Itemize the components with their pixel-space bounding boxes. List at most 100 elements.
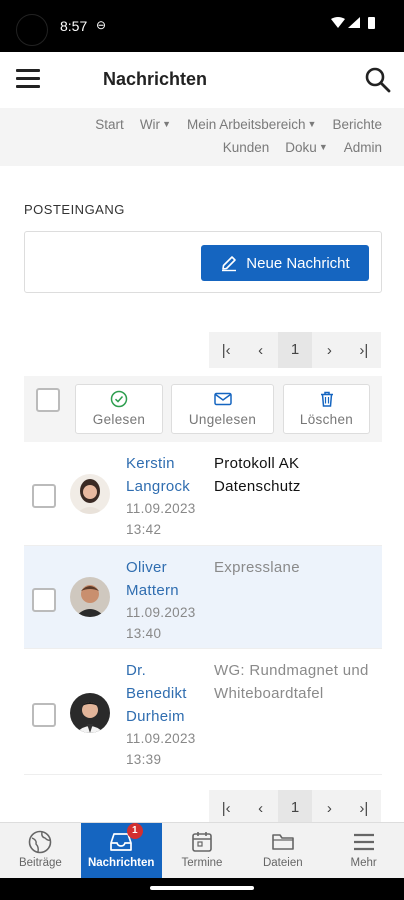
message-list: Kerstin Langrock 11.09.2023 13:42 Protok… — [24, 442, 382, 775]
caret-down-icon: ▼ — [318, 142, 328, 152]
first-page-button[interactable]: |‹ — [209, 342, 243, 359]
nav-mein-arbeitsbereich[interactable]: Mein Arbeitsbereich ▼ — [187, 117, 316, 132]
folder-icon — [271, 834, 294, 850]
message-time: 13:42 — [126, 522, 162, 537]
sender-name: Oliver — [126, 559, 167, 576]
next-page-button[interactable]: › — [312, 800, 346, 817]
avatar — [70, 577, 110, 617]
nav-row: Kunden Doku ▼ Admin — [223, 140, 382, 155]
new-message-button[interactable]: Neue Nachricht — [201, 245, 369, 281]
status-time: 8:57 — [60, 18, 88, 34]
next-page-button[interactable]: › — [312, 342, 346, 359]
bottom-nav-mehr[interactable]: Mehr — [323, 823, 404, 878]
message-toolbar: Gelesen Ungelesen Löschen — [24, 376, 382, 442]
new-message-panel: Neue Nachricht — [24, 231, 382, 293]
nav-kunden[interactable]: Kunden — [223, 140, 270, 155]
bottom-nav-label: Termine — [181, 857, 223, 869]
menu-icon — [353, 833, 374, 851]
nav-label: Berichte — [332, 117, 382, 132]
mark-read-button[interactable]: Gelesen — [75, 384, 163, 434]
calendar-icon — [192, 832, 212, 852]
sender-name: Langrock — [126, 478, 191, 495]
status-icons — [330, 16, 384, 33]
message-date: 11.09.2023 — [126, 731, 196, 746]
message-date: 11.09.2023 — [126, 501, 196, 516]
message-subject[interactable]: Expresslane — [214, 556, 374, 579]
trash-icon — [320, 391, 333, 407]
envelope-icon — [213, 392, 232, 406]
message-row[interactable]: Kerstin Langrock 11.09.2023 13:42 Protok… — [24, 442, 382, 546]
bottom-nav-label: Nachrichten — [87, 857, 155, 869]
last-page-button[interactable]: ›| — [347, 342, 381, 359]
system-gesture-area — [0, 878, 404, 900]
new-message-label: Neue Nachricht — [246, 254, 350, 272]
status-bar: 8:57 ⊖ — [0, 0, 404, 52]
bottom-nav-nachrichten[interactable]: 1 Nachrichten — [80, 823, 162, 878]
prev-page-button[interactable]: ‹ — [243, 800, 277, 817]
message-checkbox[interactable] — [32, 588, 56, 612]
message-sender[interactable]: Kerstin Langrock 11.09.2023 13:42 — [126, 452, 204, 540]
message-subject[interactable]: Protokoll AK Datenschutz — [214, 452, 374, 498]
bottom-nav-dateien[interactable]: Dateien — [242, 823, 323, 878]
nav-label: Admin — [343, 140, 382, 155]
select-all-checkbox[interactable] — [36, 388, 60, 412]
nav-start[interactable]: Start — [95, 117, 124, 132]
message-sender[interactable]: Dr. Benedikt Durheim 11.09.2023 13:39 — [126, 659, 204, 770]
nav-label: Wir — [139, 117, 161, 132]
page-title: Nachrichten — [103, 69, 208, 89]
home-gesture-handle[interactable] — [150, 886, 254, 890]
nav-berichte[interactable]: Berichte — [332, 117, 382, 132]
nav-label: Doku — [285, 140, 317, 155]
message-row[interactable]: Dr. Benedikt Durheim 11.09.2023 13:39 WG… — [24, 649, 382, 775]
nav-label: Kunden — [222, 140, 270, 155]
search-icon[interactable] — [364, 66, 392, 94]
sender-name: Durheim — [126, 708, 185, 725]
sender-name: Dr. — [126, 662, 147, 679]
bottom-nav-label: Beiträge — [18, 857, 62, 869]
prev-page-button[interactable]: ‹ — [243, 342, 277, 359]
mark-unread-label: Ungelesen — [188, 412, 257, 427]
camera-cutout — [16, 14, 48, 46]
delete-button[interactable]: Löschen — [283, 384, 370, 434]
unread-badge: 1 — [126, 823, 143, 839]
mark-read-label: Gelesen — [92, 412, 146, 427]
message-sender[interactable]: Oliver Mattern 11.09.2023 13:40 — [126, 556, 204, 644]
nav-label: Mein Arbeitsbereich — [186, 117, 306, 132]
sender-name: Mattern — [126, 582, 179, 599]
bottom-nav-label: Mehr — [350, 857, 377, 869]
message-checkbox[interactable] — [32, 484, 56, 508]
nav-row: Start Wir ▼ Mein Arbeitsbereich ▼ Berichte — [95, 117, 382, 132]
notification-icon: ⊖ — [96, 18, 107, 32]
mark-unread-button[interactable]: Ungelesen — [171, 384, 274, 434]
nav-wir[interactable]: Wir ▼ — [140, 117, 171, 132]
nav-admin[interactable]: Admin — [344, 140, 382, 155]
bottom-nav-beitraege[interactable]: Beiträge — [0, 823, 81, 878]
pagination: |‹ ‹ 1 › ›| — [209, 790, 381, 826]
current-page[interactable]: 1 — [277, 790, 313, 826]
message-time: 13:39 — [126, 752, 162, 767]
last-page-button[interactable]: ›| — [347, 800, 381, 817]
pencil-icon — [222, 256, 237, 272]
bottom-nav-termine[interactable]: Termine — [162, 823, 243, 878]
caret-down-icon: ▼ — [307, 119, 317, 129]
message-checkbox[interactable] — [32, 703, 56, 727]
sender-name: Benedikt — [126, 685, 187, 702]
current-page[interactable]: 1 — [277, 332, 313, 368]
check-circle-icon — [110, 390, 128, 408]
message-row[interactable]: Oliver Mattern 11.09.2023 13:40 Expressl… — [24, 546, 382, 649]
message-time: 13:40 — [126, 626, 162, 641]
avatar — [70, 474, 110, 514]
nav-doku[interactable]: Doku ▼ — [285, 140, 327, 155]
sender-name: Kerstin — [126, 455, 175, 472]
globe-icon — [29, 830, 52, 854]
hamburger-menu-icon[interactable] — [16, 69, 40, 89]
bottom-nav-label: Dateien — [262, 857, 303, 869]
message-subject[interactable]: WG: Rundmagnet und Whiteboardtafel — [214, 659, 374, 705]
app-bar: Nachrichten — [0, 52, 404, 108]
avatar — [70, 693, 110, 733]
first-page-button[interactable]: |‹ — [209, 800, 243, 817]
nav-label: Start — [95, 117, 124, 132]
pagination: |‹ ‹ 1 › ›| — [209, 332, 381, 368]
section-title: POSTEINGANG — [24, 202, 125, 217]
bottom-navigation: Beiträge 1 Nachrichten Termine Dateien M… — [0, 822, 404, 878]
